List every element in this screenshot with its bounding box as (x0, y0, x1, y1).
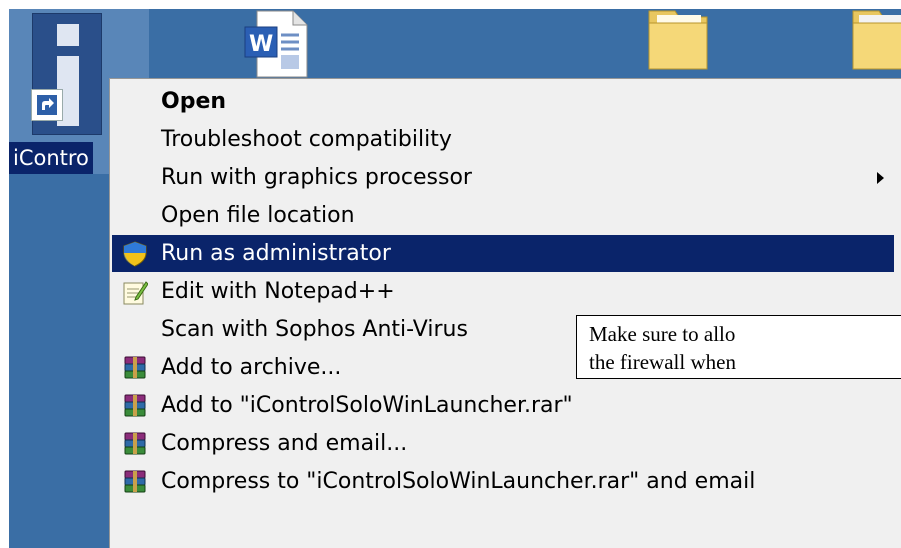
menu-item-label: Compress to "iControlSoloWinLauncher.rar… (161, 469, 756, 494)
word-document-icon[interactable]: W (241, 9, 311, 79)
shortcut-arrow-icon (31, 89, 63, 121)
menu-item-edit-with-notepadpp[interactable]: Edit with Notepad++ (112, 273, 894, 310)
context-menu: Open Troubleshoot compatibility Run with… (109, 78, 901, 548)
icontrol-icon-label[interactable]: iContro (9, 142, 93, 174)
menu-item-troubleshoot-compatibility[interactable]: Troubleshoot compatibility (112, 121, 894, 158)
menu-item-label: Compress and email... (161, 431, 408, 456)
winrar-icon (122, 355, 148, 381)
menu-item-open-file-location[interactable]: Open file location (112, 197, 894, 234)
menu-item-run-with-graphics-processor[interactable]: Run with graphics processor (112, 159, 894, 196)
menu-item-label: Add to "iControlSoloWinLauncher.rar" (161, 393, 573, 418)
folder-icon[interactable] (849, 9, 901, 71)
notepadpp-icon (122, 279, 149, 305)
menu-item-label: Scan with Sophos Anti-Virus (161, 317, 468, 342)
menu-item-label: Open file location (161, 203, 355, 228)
menu-item-label: Run with graphics processor (161, 165, 472, 190)
submenu-arrow-icon (877, 172, 884, 184)
menu-item-label: Run as administrator (161, 241, 391, 266)
callout-line-1: Make sure to allo (589, 322, 736, 346)
desktop: iContro W Open Troubleshoot compatibilit… (9, 9, 901, 548)
menu-item-open[interactable]: Open (112, 83, 894, 120)
winrar-icon (122, 431, 148, 457)
winrar-icon (122, 393, 148, 419)
winrar-icon (122, 469, 148, 495)
callout-line-2: the firewall when (589, 350, 736, 374)
annotation-callout: Make sure to allo the firewall when (576, 315, 901, 379)
folder-icon[interactable] (645, 9, 711, 71)
svg-text:W: W (249, 32, 273, 57)
uac-shield-icon (122, 241, 148, 267)
menu-item-compress-to-rar-and-email[interactable]: Compress to "iControlSoloWinLauncher.rar… (112, 463, 894, 500)
menu-item-label: Open (161, 89, 227, 114)
menu-item-run-as-administrator[interactable]: Run as administrator (112, 235, 894, 272)
menu-item-label: Add to archive... (161, 355, 342, 380)
menu-item-compress-and-email[interactable]: Compress and email... (112, 425, 894, 462)
menu-item-add-to-rar[interactable]: Add to "iControlSoloWinLauncher.rar" (112, 387, 894, 424)
menu-item-label: Troubleshoot compatibility (161, 127, 452, 152)
menu-item-label: Edit with Notepad++ (161, 279, 395, 304)
